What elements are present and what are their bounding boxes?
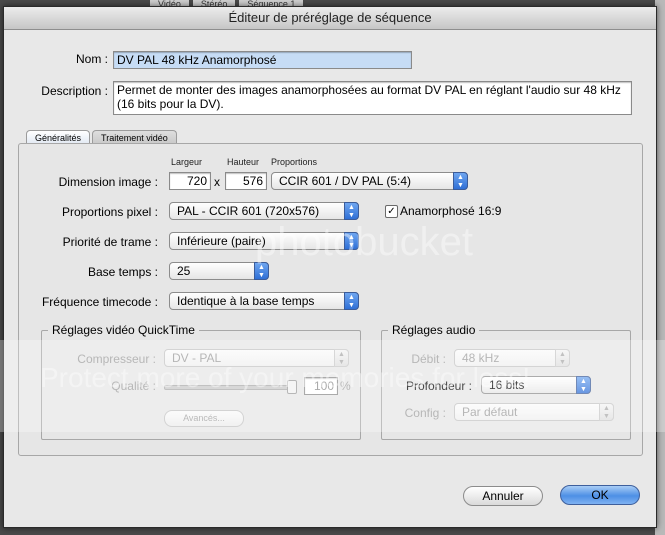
height-column-header: Hauteur: [227, 157, 260, 167]
anamorphic-label: Anamorphosé 16:9: [400, 204, 502, 218]
anamorphic-checkbox[interactable]: ✓: [385, 205, 398, 218]
chevron-updown-icon: ▲ ▼: [344, 202, 359, 220]
field-dominance-value: Inférieure (paire): [177, 234, 266, 248]
frame-proportions-popup[interactable]: CCIR 601 / DV PAL (5:4) ▲ ▼: [271, 172, 468, 190]
description-label: Description :: [41, 84, 108, 98]
ok-button[interactable]: OK: [560, 485, 640, 505]
sequence-preset-editor-window: Éditeur de préréglage de séquence Nom : …: [3, 6, 657, 528]
timebase-value: 25: [177, 264, 191, 278]
width-column-header: Largeur: [171, 157, 203, 167]
chevron-updown-icon: ▲ ▼: [453, 172, 468, 190]
timebase-label: Base temps :: [87, 265, 158, 279]
audio-group-title: Réglages audio: [388, 323, 480, 337]
watermark-logo: photobucket: [255, 220, 473, 264]
pixel-aspect-popup[interactable]: PAL - CCIR 601 (720x576) ▲ ▼: [169, 202, 359, 220]
name-field[interactable]: DV PAL 48 kHz Anamorphosé: [113, 51, 412, 69]
frame-size-separator: x: [214, 175, 220, 189]
chevron-updown-icon: ▲ ▼: [344, 292, 359, 310]
name-label: Nom :: [75, 52, 108, 66]
pixel-aspect-label: Proportions pixel :: [61, 205, 158, 219]
timecode-rate-label: Fréquence timecode :: [41, 295, 158, 309]
cancel-button[interactable]: Annuler: [463, 486, 543, 506]
field-dominance-label: Priorité de trame :: [62, 235, 158, 249]
window-title: Éditeur de préréglage de séquence: [4, 7, 656, 30]
frame-height-field[interactable]: 576: [225, 172, 267, 190]
frame-size-label: Dimension image :: [58, 175, 158, 189]
timecode-rate-popup[interactable]: Identique à la base temps ▲ ▼: [169, 292, 359, 310]
frame-proportions-value: CCIR 601 / DV PAL (5:4): [279, 174, 412, 188]
description-field[interactable]: Permet de monter des images anamorphosée…: [113, 81, 632, 115]
proportions-column-header: Proportions: [271, 157, 318, 167]
pixel-aspect-value: PAL - CCIR 601 (720x576): [177, 204, 320, 218]
quicktime-group-title: Réglages vidéo QuickTime: [48, 323, 199, 337]
frame-width-field[interactable]: 720: [169, 172, 211, 190]
watermark-tagline: Protect more of your memories for less!: [40, 362, 531, 393]
timebase-popup[interactable]: 25 ▲ ▼: [169, 262, 269, 280]
timecode-rate-value: Identique à la base temps: [177, 294, 315, 308]
